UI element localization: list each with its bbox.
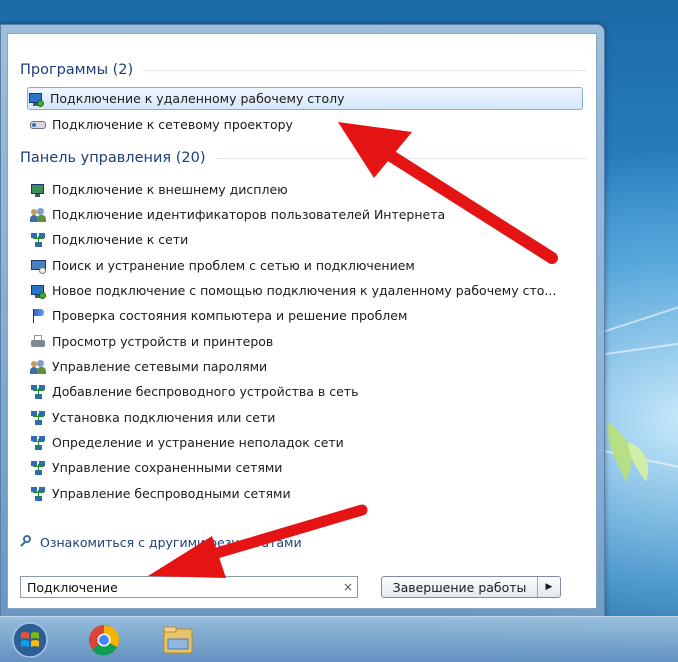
cp-item-manage-saved-networks[interactable]: Управление сохраненными сетями xyxy=(30,456,582,479)
shutdown-button[interactable]: Завершение работы ▶ xyxy=(381,576,561,598)
programs-header-label: Программы (2) xyxy=(20,62,134,78)
cp-item-devices-printers[interactable]: Просмотр устройств и принтеров xyxy=(30,330,582,353)
cp-item-label: Подключение к внешнему дисплею xyxy=(52,182,288,197)
network-icon xyxy=(30,410,46,426)
chrome-icon[interactable] xyxy=(82,621,126,659)
network-icon xyxy=(30,486,46,502)
wallpaper-leaf-icon xyxy=(607,422,649,482)
cp-item-troubleshoot-network[interactable]: Поиск и устранение проблем с сетью и под… xyxy=(30,254,582,277)
network-icon xyxy=(30,232,46,248)
clear-search-icon[interactable]: × xyxy=(339,580,357,594)
search-box[interactable]: × xyxy=(20,576,358,598)
cp-item-setup-connection[interactable]: Установка подключения или сети xyxy=(30,406,582,429)
printer-icon xyxy=(30,334,46,350)
header-divider xyxy=(215,157,586,159)
program-item-network-projector[interactable]: Подключение к сетевому проектору xyxy=(30,113,582,136)
users-icon xyxy=(30,359,46,375)
cp-item-label: Поиск и устранение проблем с сетью и под… xyxy=(52,258,415,273)
network-projector-icon xyxy=(30,117,46,133)
cp-item-manage-wireless-networks[interactable]: Управление беспроводными сетями xyxy=(30,482,582,505)
programs-group-header[interactable]: Программы (2) xyxy=(20,60,586,80)
cp-item-label: Подключение идентификаторов пользователе… xyxy=(52,207,446,222)
search-results-panel: Программы (2) Подключение к удаленному р… xyxy=(7,33,597,609)
cp-item-network-passwords[interactable]: Управление сетевыми паролями xyxy=(30,355,582,378)
cp-item-label: Управление сетевыми паролями xyxy=(52,359,268,374)
start-menu: Программы (2) Подключение к удаленному р… xyxy=(0,24,605,620)
see-more-results-link[interactable]: Ознакомиться с другими результатами xyxy=(20,532,302,552)
cp-item-label: Подключение к сети xyxy=(52,232,189,247)
header-divider xyxy=(143,69,586,71)
cp-item-label: Добавление беспроводного устройства в се… xyxy=(52,384,359,399)
program-item-label: Подключение к сетевому проектору xyxy=(52,117,293,132)
remote-desktop-icon xyxy=(30,283,46,299)
users-icon xyxy=(30,207,46,223)
remote-desktop-icon xyxy=(28,91,44,107)
see-more-results-label: Ознакомиться с другими результатами xyxy=(40,534,302,550)
cp-item-label: Новое подключение с помощью подключения … xyxy=(52,283,557,298)
cp-item-label: Управление беспроводными сетями xyxy=(52,486,291,501)
cp-item-label: Управление сохраненными сетями xyxy=(52,460,283,475)
search-input[interactable] xyxy=(21,578,339,596)
program-item-label: Подключение к удаленному рабочему столу xyxy=(50,91,345,106)
search-icon xyxy=(20,535,34,549)
explorer-folder-icon[interactable] xyxy=(156,621,200,659)
program-item-remote-desktop[interactable]: Подключение к удаленному рабочему столу xyxy=(27,87,583,110)
control-panel-group-header[interactable]: Панель управления (20) xyxy=(20,148,586,168)
cp-item-add-wireless-device[interactable]: Добавление беспроводного устройства в се… xyxy=(30,380,582,403)
cp-item-connect-network[interactable]: Подключение к сети xyxy=(30,228,582,251)
network-icon xyxy=(30,384,46,400)
cp-item-identify-network-problems[interactable]: Определение и устранение неполадок сети xyxy=(30,431,582,454)
cp-item-action-center[interactable]: Проверка состояния компьютера и решение … xyxy=(30,304,582,327)
shutdown-options-arrow-icon[interactable]: ▶ xyxy=(537,577,560,597)
action-center-flag-icon xyxy=(30,308,46,324)
display-icon xyxy=(30,182,46,198)
start-menu-bottom-bar: × Завершение работы ▶ xyxy=(8,566,596,608)
cp-item-online-ids[interactable]: Подключение идентификаторов пользователе… xyxy=(30,203,582,226)
taskbar xyxy=(0,616,678,662)
cp-item-label: Просмотр устройств и принтеров xyxy=(52,334,274,349)
network-icon xyxy=(30,460,46,476)
troubleshoot-icon xyxy=(30,258,46,274)
network-icon xyxy=(30,435,46,451)
control-panel-header-label: Панель управления (20) xyxy=(20,150,206,166)
cp-item-label: Установка подключения или сети xyxy=(52,410,276,425)
cp-item-external-display[interactable]: Подключение к внешнему дисплею xyxy=(30,178,582,201)
cp-item-label: Проверка состояния компьютера и решение … xyxy=(52,308,408,323)
start-orb-icon[interactable] xyxy=(8,621,52,659)
cp-item-new-remote-connection[interactable]: Новое подключение с помощью подключения … xyxy=(30,279,582,302)
shutdown-label: Завершение работы xyxy=(392,579,527,595)
cp-item-label: Определение и устранение неполадок сети xyxy=(52,435,344,450)
